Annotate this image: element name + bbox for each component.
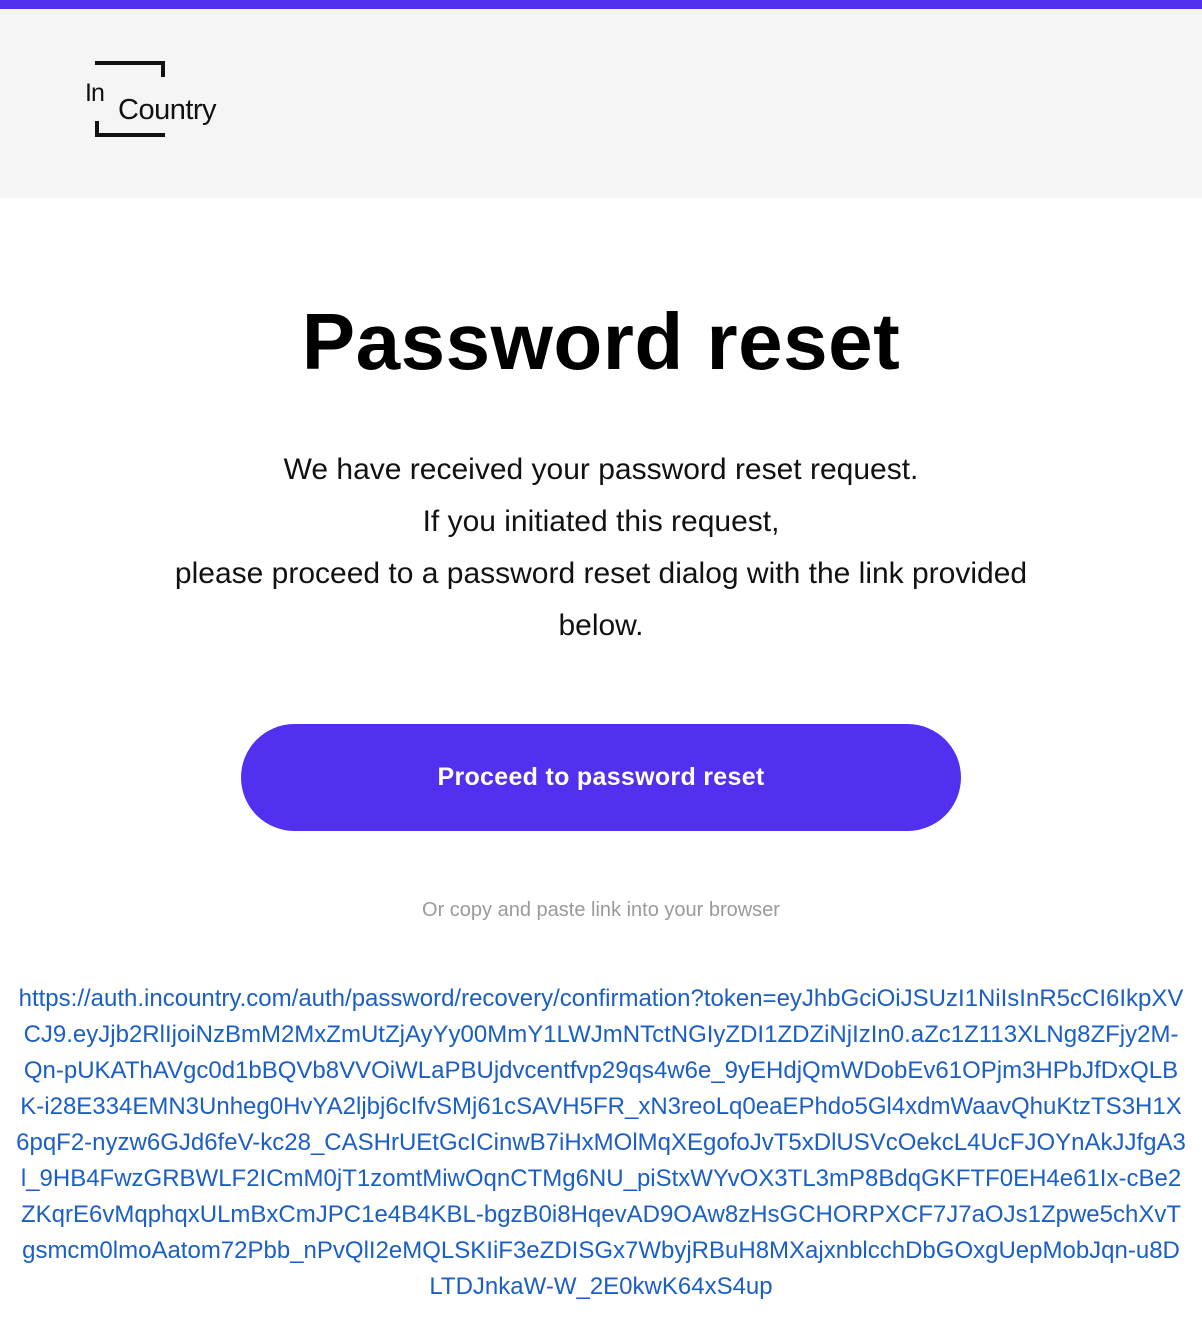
logo-bracket-top xyxy=(95,61,165,77)
email-header: In Country xyxy=(0,9,1202,198)
email-body: Password reset We have received your pas… xyxy=(0,198,1202,1305)
intro-text: We have received your password reset req… xyxy=(141,444,1061,652)
page-title: Password reset xyxy=(301,297,901,386)
intro-line: If you initiated this request, xyxy=(422,505,780,538)
intro-line: please proceed to a password reset dialo… xyxy=(174,557,1028,642)
proceed-to-password-reset-button[interactable]: Proceed to password reset xyxy=(241,724,961,831)
logo-text-country: Country xyxy=(116,94,219,127)
intro-line: We have received your password reset req… xyxy=(283,453,919,486)
password-reset-link[interactable]: https://auth.incountry.com/auth/password… xyxy=(16,981,1186,1305)
copy-link-hint: Or copy and paste link into your browser xyxy=(422,899,780,921)
top-accent-bar xyxy=(0,0,1202,9)
incountry-logo: In Country xyxy=(85,61,245,141)
logo-text-in: In xyxy=(85,79,105,107)
